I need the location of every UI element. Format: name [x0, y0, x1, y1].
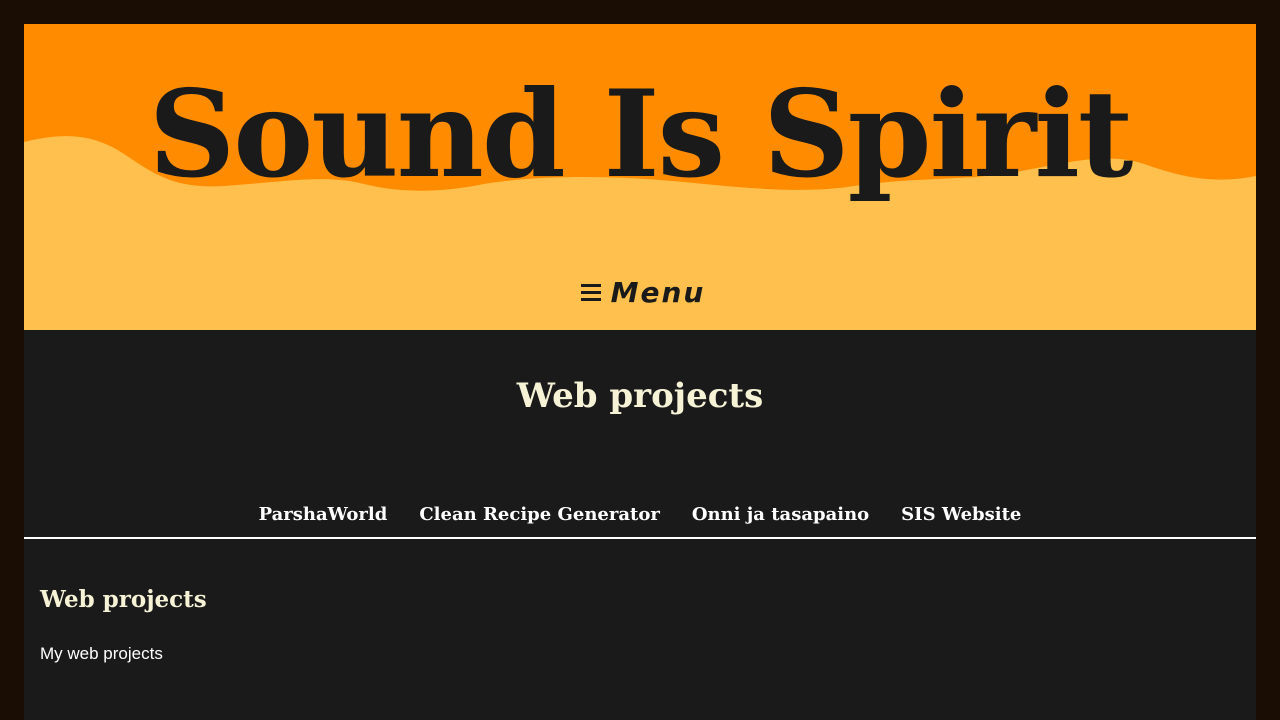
section-title: Web projects [516, 376, 764, 416]
site-header: Sound Is Spirit Menu [24, 24, 1256, 330]
page-description: My web projects [40, 644, 163, 663]
project-nav: ParshaWorld Clean Recipe Generator Onni … [24, 494, 1256, 534]
nav-link-sis-website[interactable]: SIS Website [901, 504, 1021, 525]
menu-button[interactable]: Menu [578, 270, 708, 314]
nav-link-onni-ja-tasapaino[interactable]: Onni ja tasapaino [692, 504, 869, 525]
nav-link-clean-recipe-generator[interactable]: Clean Recipe Generator [419, 504, 659, 525]
site-title[interactable]: Sound Is Spirit [24, 60, 1256, 210]
hamburger-icon [580, 284, 601, 301]
page-frame: Sound Is Spirit Menu Web projects Parsha… [24, 24, 1256, 720]
nav-link-parshaworld[interactable]: ParshaWorld [259, 504, 388, 525]
page-heading: Web projects [40, 586, 207, 613]
nav-divider [24, 537, 1256, 539]
menu-label: Menu [610, 275, 706, 309]
